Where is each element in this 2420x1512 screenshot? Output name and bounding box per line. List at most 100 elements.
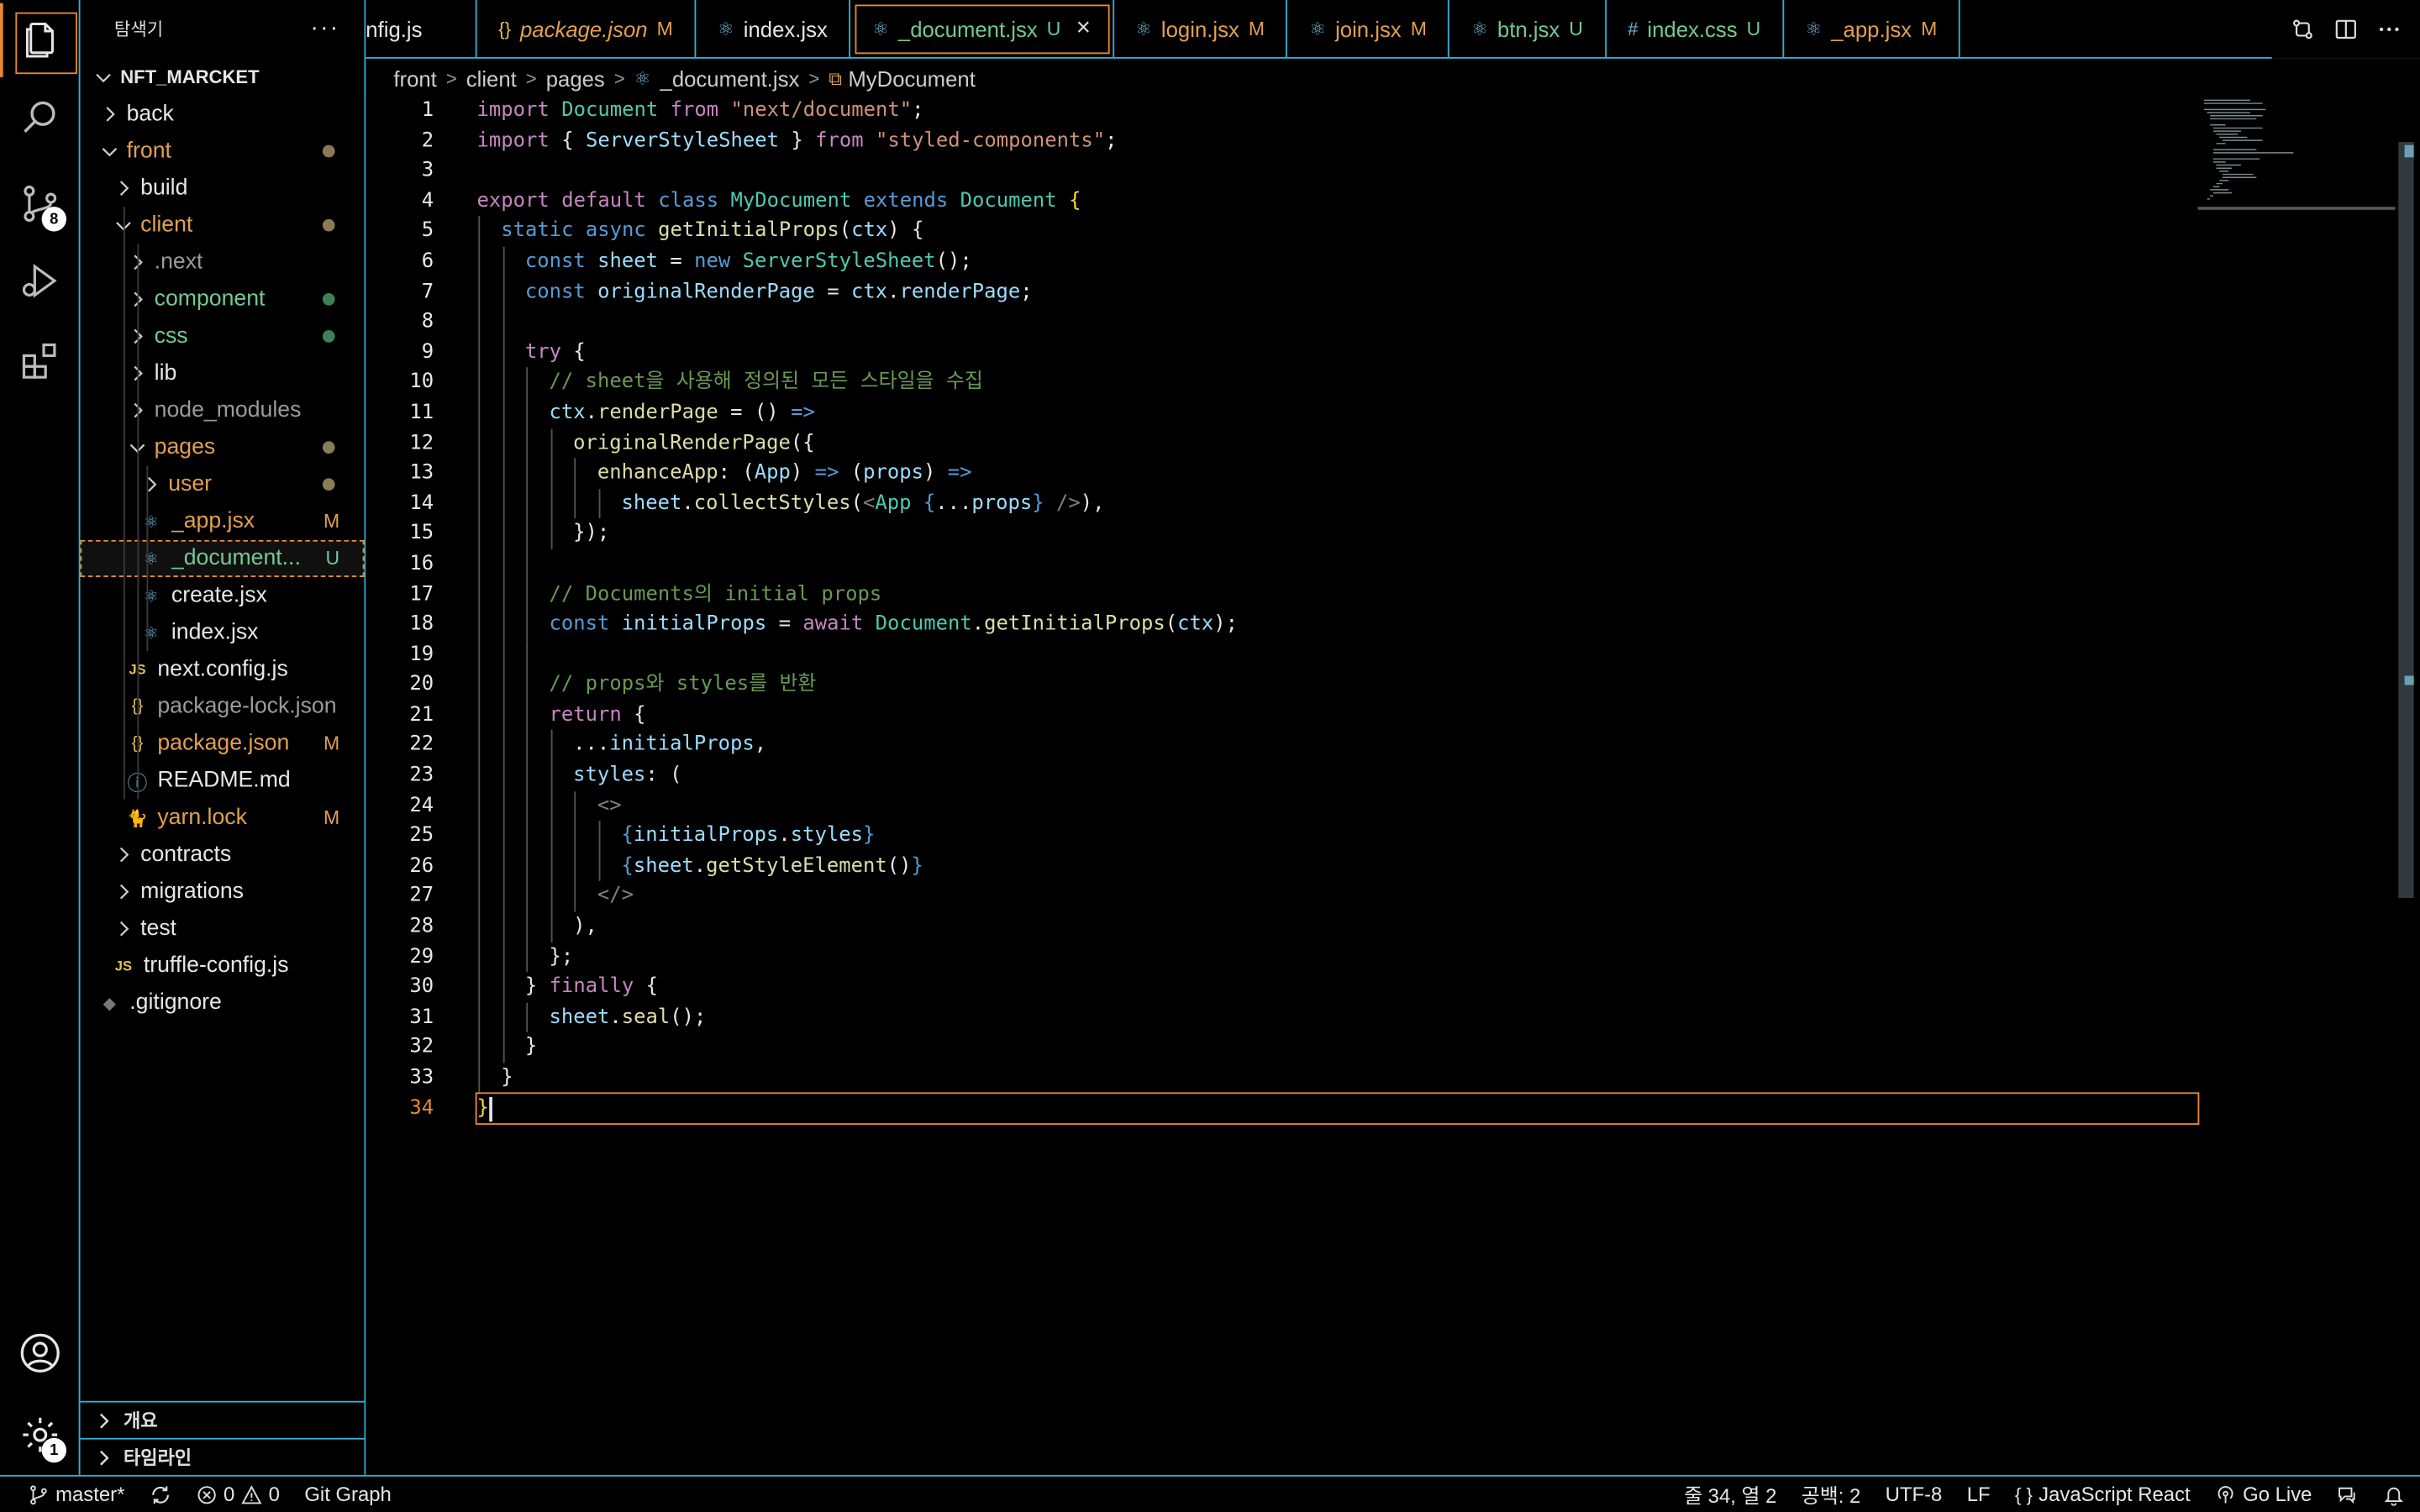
folder-item[interactable]: build: [81, 170, 365, 207]
code-line[interactable]: });: [477, 518, 2196, 549]
git-branch[interactable]: master*: [28, 1483, 124, 1506]
code-line[interactable]: ctx.renderPage = () =>: [477, 397, 2196, 428]
encoding[interactable]: UTF-8: [1886, 1483, 1943, 1506]
explorer-icon[interactable]: [0, 3, 81, 77]
code-line[interactable]: try {: [477, 337, 2196, 368]
code-line[interactable]: styles: (: [477, 760, 2196, 791]
minimap[interactable]: [2197, 96, 2396, 213]
folder-item[interactable]: front: [81, 133, 365, 170]
language-mode[interactable]: { } JavaScript React: [2015, 1483, 2191, 1506]
line-number: 15: [409, 522, 434, 545]
editor-tab[interactable]: ⚛ btn.jsx U: [1449, 0, 1607, 57]
file-item[interactable]: ◆ .gitignore: [81, 984, 365, 1021]
code-line[interactable]: <>: [477, 790, 2196, 822]
code-line[interactable]: }: [477, 1032, 2196, 1063]
search-icon[interactable]: [0, 81, 81, 155]
editor-tab[interactable]: ⚛ _app.jsx M: [1784, 0, 1960, 57]
code-line[interactable]: // props와 styles를 반환: [477, 669, 2196, 701]
code-line[interactable]: ...initialProps,: [477, 730, 2196, 761]
code-line[interactable]: import { ServerStyleSheet } from "styled…: [477, 126, 2196, 156]
code-line[interactable]: import Document from "next/document";: [477, 96, 2196, 126]
notifications-button[interactable]: [2383, 1483, 2405, 1505]
breadcrumb-item[interactable]: pages: [546, 66, 605, 91]
code-line[interactable]: }: [475, 1091, 2200, 1126]
outline-panel-header[interactable]: 개요: [80, 1400, 365, 1438]
code-line[interactable]: };: [477, 942, 2196, 973]
code-line[interactable]: const sheet = new ServerStyleSheet();: [477, 246, 2196, 277]
editor-tab[interactable]: ⚛ _document.jsx U ×: [850, 0, 1114, 57]
breadcrumb-item[interactable]: client: [466, 66, 517, 91]
tree-item-label: _app.jsx: [171, 509, 255, 534]
code-line[interactable]: // Documents의 initial props: [477, 579, 2196, 610]
folder-item[interactable]: migrations: [81, 874, 365, 911]
code-line[interactable]: ),: [477, 911, 2196, 942]
indentation[interactable]: 공백: 2: [1802, 1479, 1860, 1509]
breadcrumb-item[interactable]: front: [393, 66, 436, 91]
code-token: </>: [597, 885, 634, 908]
code-line[interactable]: [477, 307, 2196, 338]
breadcrumb-file[interactable]: _document.jsx: [660, 66, 800, 91]
timeline-panel-header[interactable]: 타임라인: [80, 1437, 365, 1475]
code-token: }: [501, 1066, 513, 1089]
code-token: (: [1165, 612, 1178, 636]
more-actions-icon[interactable]: [2377, 17, 2402, 41]
editor-tab[interactable]: # index.css U: [1606, 0, 1784, 57]
code-line[interactable]: }: [477, 1063, 2196, 1094]
end-of-line[interactable]: LF: [1967, 1483, 1991, 1506]
file-item[interactable]: 🐈 yarn.lock M: [81, 799, 365, 836]
folder-item[interactable]: NFT_MARCKET: [81, 59, 365, 96]
go-live-button[interactable]: Go Live: [2215, 1483, 2312, 1506]
code-line[interactable]: static async getInitialProps(ctx) {: [477, 216, 2196, 247]
settings-gear-icon[interactable]: 1: [0, 1398, 81, 1472]
line-number: 2: [421, 129, 434, 153]
code-line[interactable]: const originalRenderPage = ctx.renderPag…: [477, 276, 2196, 307]
file-item[interactable]: JS truffle-config.js: [81, 948, 365, 984]
breadcrumb-symbol[interactable]: MyDocument: [848, 66, 975, 91]
code-line[interactable]: [477, 549, 2196, 580]
code-line[interactable]: const initialProps = await Document.getI…: [477, 609, 2196, 640]
indent-guide: [502, 760, 504, 791]
code-line[interactable]: sheet.collectStyles(<App {...props} />),: [477, 488, 2196, 519]
code-line[interactable]: </>: [477, 881, 2196, 912]
source-control-icon[interactable]: 8: [0, 166, 81, 240]
more-actions-icon[interactable]: ···: [310, 15, 339, 43]
code-line[interactable]: return {: [477, 700, 2196, 731]
account-icon[interactable]: [0, 1316, 81, 1390]
editor-tab[interactable]: ⚛ login.jsx M: [1113, 0, 1288, 57]
tab-git-status: M: [1410, 18, 1427, 40]
code-lines[interactable]: import Document from "next/document"; imp…: [475, 96, 2200, 1126]
editor-tab[interactable]: ⚛ index.jsx: [696, 0, 851, 57]
code-token: return: [549, 703, 622, 727]
code-line[interactable]: [477, 639, 2196, 670]
open-changes-icon[interactable]: [2291, 17, 2315, 41]
vertical-scrollbar[interactable]: [2398, 141, 2414, 898]
folder-item[interactable]: test: [81, 911, 365, 948]
problems-indicator[interactable]: 0 0: [196, 1483, 280, 1506]
feedback-button[interactable]: [2337, 1483, 2359, 1505]
code-token: // sheet을 사용해 정의된 모든 스타일을 수집: [549, 370, 983, 394]
tab-label: btn.jsx: [1497, 17, 1560, 42]
editor-tab[interactable]: {} package.json M: [477, 0, 697, 57]
code-line[interactable]: {initialProps.styles}: [477, 821, 2196, 852]
run-debug-icon[interactable]: [0, 244, 81, 318]
code-line[interactable]: sheet.seal();: [477, 1002, 2196, 1033]
editor-tab[interactable]: ⚛ join.jsx M: [1288, 0, 1450, 57]
folder-item[interactable]: contracts: [81, 837, 365, 874]
code-line[interactable]: } finally {: [477, 972, 2196, 1003]
sync-button[interactable]: [150, 1483, 171, 1505]
code-line[interactable]: export default class MyDocument extends …: [477, 186, 2196, 217]
code-line[interactable]: {sheet.getStyleElement()}: [477, 851, 2196, 882]
editor-tab[interactable]: nfig.js: [366, 0, 477, 57]
extensions-icon[interactable]: [0, 324, 81, 398]
code-line[interactable]: // sheet을 사용해 정의된 모든 스타일을 수집: [477, 367, 2196, 398]
code-line[interactable]: enhanceApp: (App) => (props) =>: [477, 458, 2196, 489]
git-graph-button[interactable]: Git Graph: [304, 1483, 392, 1506]
cursor-position[interactable]: 줄 34, 열 2: [1684, 1479, 1776, 1509]
code-editor[interactable]: 1 2 3 4 5 6 7 8 9 10 11 12 13 14 15 16 17 18 19 20 21 22 23 24 2…: [366, 95, 2420, 1475]
close-icon[interactable]: ×: [1076, 15, 1091, 43]
code-line[interactable]: originalRenderPage({: [477, 428, 2196, 459]
split-editor-icon[interactable]: [2333, 17, 2358, 41]
folder-item[interactable]: back: [81, 96, 365, 133]
code-line[interactable]: [477, 156, 2196, 186]
